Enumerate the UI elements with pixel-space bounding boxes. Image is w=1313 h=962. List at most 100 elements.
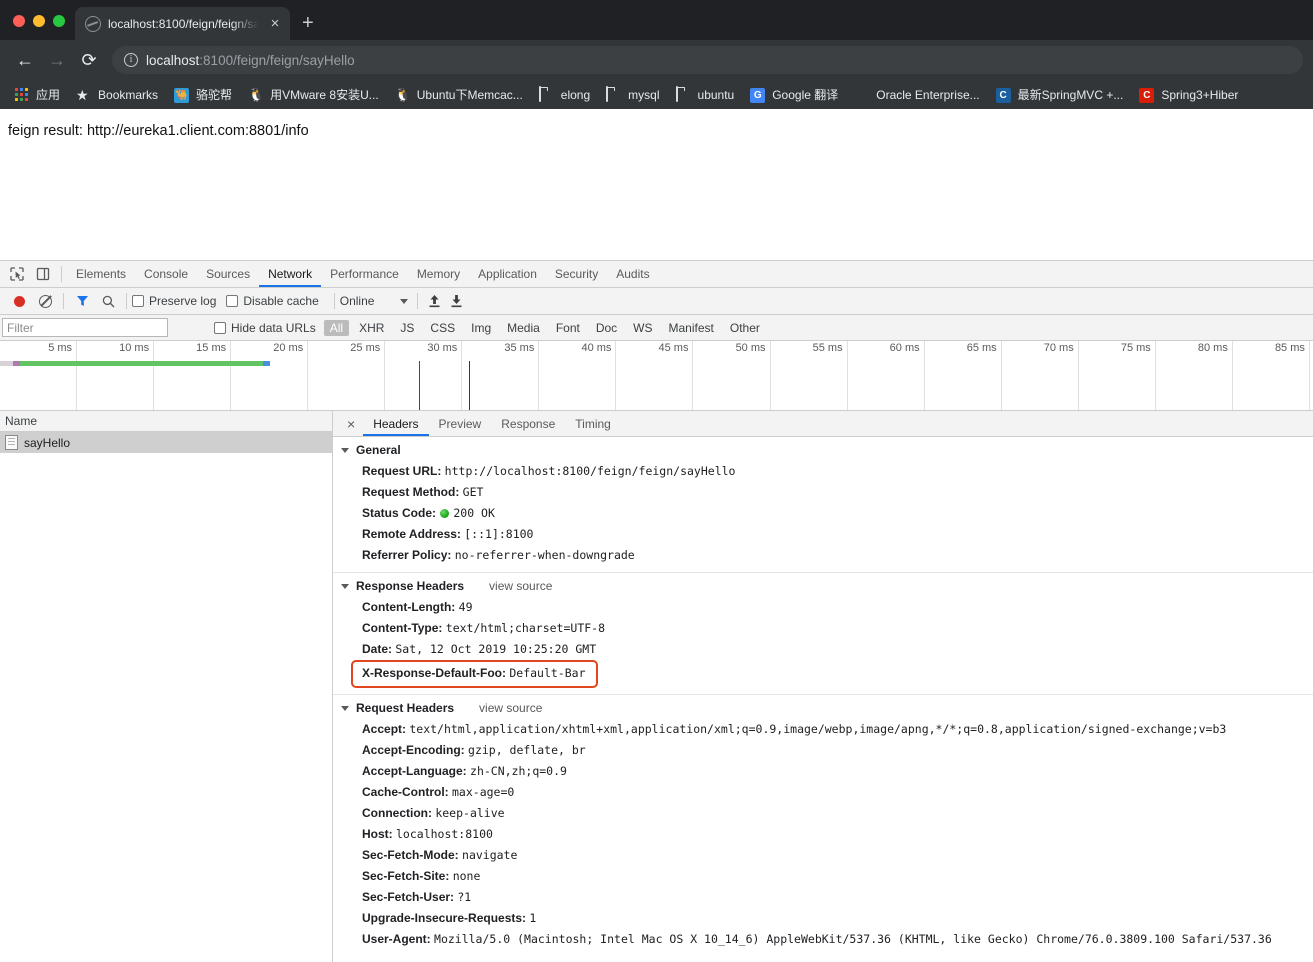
section-header[interactable]: General (337, 441, 1313, 461)
import-har-icon[interactable] (423, 291, 445, 311)
disable-cache-checkbox[interactable] (226, 295, 239, 307)
detail-tab-timing[interactable]: Timing (565, 411, 621, 436)
forward-button[interactable]: → (42, 45, 72, 75)
tab-strip: localhost:8100/feign/feign/sayHello × + (0, 0, 1313, 40)
minimize-window-button[interactable] (33, 15, 45, 27)
google-translate-icon: G (750, 87, 766, 103)
type-filter-img[interactable]: Img (465, 320, 497, 336)
type-filter-all[interactable]: All (323, 319, 350, 336)
header-row: X-Response-Default-Foo: Default-Bar (337, 660, 1313, 688)
bookmark-label: Ubuntu下Memcac... (416, 88, 523, 102)
bookmark-item[interactable]: 🐧 用VMware 8安装U... (240, 83, 387, 106)
site-info-icon[interactable]: i (124, 53, 138, 67)
close-detail-icon[interactable]: × (339, 416, 363, 432)
devtools-tab-audits[interactable]: Audits (607, 261, 658, 287)
search-icon[interactable] (95, 289, 121, 313)
browser-tab[interactable]: localhost:8100/feign/feign/sayHello × (75, 7, 290, 40)
type-filter-css[interactable]: CSS (424, 320, 461, 336)
preserve-log-label[interactable]: Preserve log (149, 294, 216, 308)
disable-cache-label[interactable]: Disable cache (243, 294, 318, 308)
type-filter-media[interactable]: Media (501, 320, 546, 336)
type-filter-other[interactable]: Other (724, 320, 766, 336)
detail-tab-preview[interactable]: Preview (429, 411, 492, 436)
filter-input[interactable] (2, 318, 168, 337)
bookmark-item[interactable]: ubuntu (668, 84, 743, 106)
bookmark-item[interactable]: G Google 翻译 (742, 83, 846, 106)
type-filter-manifest[interactable]: Manifest (663, 320, 720, 336)
network-filter-bar: Hide data URLs AllXHRJSCSSImgMediaFontDo… (0, 315, 1313, 341)
hide-data-urls-label[interactable]: Hide data URLs (231, 321, 316, 335)
devtools-tab-elements[interactable]: Elements (67, 261, 135, 287)
detail-tab-response[interactable]: Response (491, 411, 565, 436)
export-har-icon[interactable] (445, 291, 467, 311)
type-filter-js[interactable]: JS (394, 320, 420, 336)
bookmark-item[interactable]: C Spring3+Hiber (1131, 84, 1246, 106)
bookmark-label: 用VMware 8安装U... (270, 88, 379, 102)
bookmark-label: 应用 (36, 88, 61, 102)
close-tab-icon[interactable]: × (266, 16, 284, 31)
devtools-panel-tabs: Elements Console Sources Network Performance… (67, 261, 659, 287)
timeline-queue-segment (0, 361, 13, 366)
devtools-tab-memory[interactable]: Memory (408, 261, 469, 287)
network-overview-timeline[interactable]: 5 ms 10 ms 15 ms 20 ms 25 ms 30 ms 35 ms 40 ms 4… (0, 341, 1313, 411)
bookmark-item[interactable]: mysql (598, 84, 667, 106)
request-row[interactable]: sayHello (0, 432, 332, 453)
view-source-link[interactable]: view source (489, 579, 552, 593)
maximize-window-button[interactable] (53, 15, 65, 27)
bookmark-label: ubuntu (697, 87, 735, 102)
reload-button[interactable]: ⟳ (74, 45, 104, 75)
document-icon (5, 435, 18, 450)
timeline-download-segment (20, 361, 263, 366)
address-bar[interactable]: i localhost:8100/feign/feign/sayHello (112, 46, 1303, 74)
devtools-tab-performance[interactable]: Performance (321, 261, 408, 287)
header-name: Content-Length: (362, 600, 459, 614)
header-value: 200 OK (453, 506, 495, 520)
preserve-log-checkbox[interactable] (132, 295, 144, 307)
header-value: 49 (458, 600, 473, 614)
bookmark-item[interactable]: Oracle Enterprise... (846, 84, 987, 106)
devtools-tab-application[interactable]: Application (469, 261, 546, 287)
bookmark-item[interactable]: 🐧 Ubuntu下Memcac... (387, 83, 531, 106)
devtools-tab-console[interactable]: Console (135, 261, 197, 287)
hide-data-urls-checkbox[interactable] (214, 321, 226, 334)
back-button[interactable]: ← (10, 45, 40, 75)
requests-column-header[interactable]: Name (0, 411, 332, 432)
caret-down-icon (341, 447, 349, 453)
type-filter-ws[interactable]: WS (627, 320, 658, 336)
bookmark-item[interactable]: ★ Bookmarks (68, 84, 166, 106)
window-traffic-lights (0, 15, 75, 40)
bookmark-item[interactable]: 应用 (6, 83, 68, 106)
devtools-tab-security[interactable]: Security (546, 261, 607, 287)
type-filter-xhr[interactable]: XHR (353, 320, 390, 336)
header-row: Content-Type: text/html;charset=UTF-8 (337, 618, 1313, 639)
new-tab-button[interactable]: + (302, 13, 314, 33)
timeline-tick: 75 ms (1079, 341, 1156, 410)
clear-button[interactable] (32, 289, 58, 313)
bookmark-item[interactable]: elong (531, 84, 598, 106)
view-source-link[interactable]: view source (479, 701, 542, 715)
inspect-element-icon[interactable] (4, 262, 30, 286)
timeline-tick: 80 ms (1156, 341, 1233, 410)
bookmark-item[interactable]: 🐫 骆驼帮 (166, 83, 240, 106)
header-row: Accept: text/html,application/xhtml+xml,… (337, 719, 1313, 740)
type-filter-doc[interactable]: Doc (590, 320, 623, 336)
csdn-icon: C (1139, 87, 1155, 103)
close-window-button[interactable] (13, 15, 25, 27)
header-name: Accept: (362, 722, 410, 736)
header-row: Sec-Fetch-Mode: navigate (337, 845, 1313, 866)
section-header[interactable]: Request Headers view source (337, 699, 1313, 719)
detail-tab-headers[interactable]: Headers (363, 411, 428, 436)
headers-content: General Request URL: http://localhost:810… (333, 437, 1313, 962)
devtools-tab-sources[interactable]: Sources (197, 261, 259, 287)
devtools-tab-network[interactable]: Network (259, 261, 321, 287)
record-button[interactable] (6, 289, 32, 313)
throttling-select[interactable]: Online (340, 294, 413, 308)
section-header[interactable]: Response Headers view source (337, 577, 1313, 597)
toggle-device-toolbar-icon[interactable] (30, 262, 56, 286)
type-filter-font[interactable]: Font (550, 320, 586, 336)
bookmark-item[interactable]: C 最新SpringMVC +... (988, 83, 1132, 106)
filter-icon[interactable] (69, 289, 95, 313)
bookmark-label: 骆驼帮 (196, 88, 233, 102)
header-value: zh-CN,zh;q=0.9 (470, 764, 567, 778)
header-value: text/html,application/xhtml+xml,applicat… (409, 722, 1227, 736)
